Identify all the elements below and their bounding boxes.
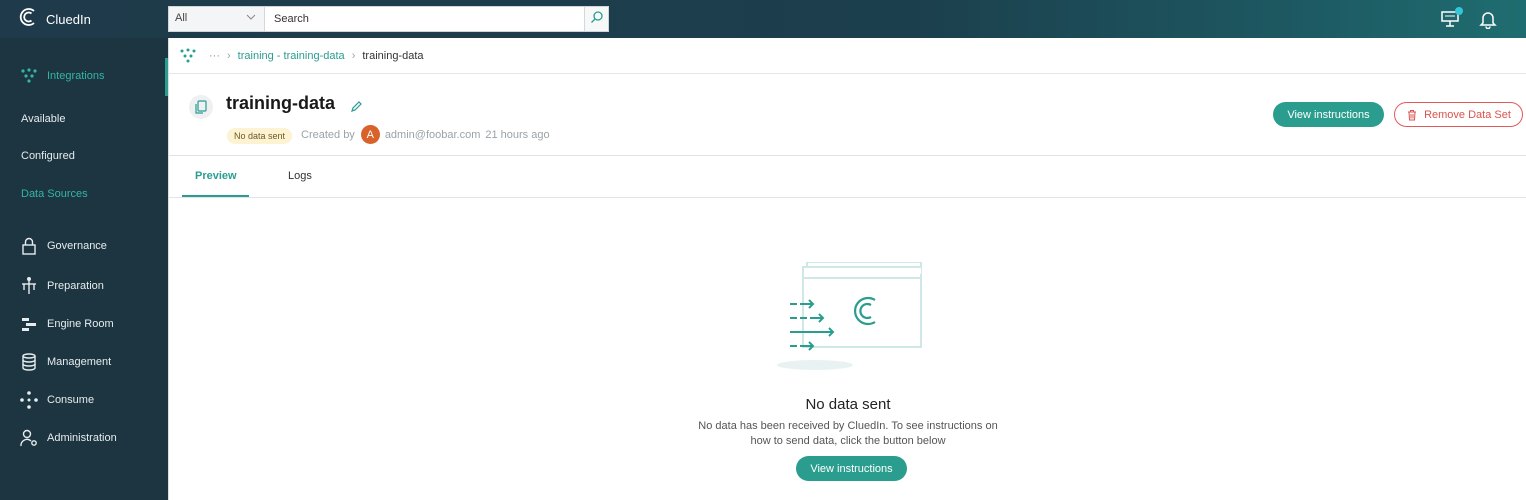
sidebar-subitem-data-sources[interactable]: Data Sources xyxy=(21,188,88,200)
breadcrumb-parent-link[interactable]: training - training-data xyxy=(238,50,345,62)
sidebar-item-integrations[interactable]: Integrations xyxy=(0,66,104,86)
empty-view-instructions-button[interactable]: View instructions xyxy=(796,456,907,481)
breadcrumb: ··· › training - training-data › trainin… xyxy=(169,38,1526,74)
integrations-icon xyxy=(19,66,39,86)
trash-icon xyxy=(1406,109,1418,121)
consume-icon xyxy=(19,390,39,410)
bell-icon[interactable] xyxy=(1478,9,1498,34)
page-title: training-data xyxy=(226,93,336,113)
main-content: ··· › training - training-data › trainin… xyxy=(168,38,1526,500)
remove-data-set-label: Remove Data Set xyxy=(1424,108,1511,121)
empty-state-title: No data sent xyxy=(805,396,891,413)
status-badge: No data sent xyxy=(227,128,293,144)
search-scope-value: All xyxy=(175,12,188,24)
view-instructions-button[interactable]: View instructions xyxy=(1273,102,1384,127)
search-icon xyxy=(590,10,604,29)
cluedin-logo-icon xyxy=(18,7,38,32)
author-email: admin@foobar.com xyxy=(384,128,481,141)
empty-state-line-1: No data has been received by CluedIn. To… xyxy=(698,420,998,432)
sidebar-item-label: Integrations xyxy=(47,70,105,82)
empty-state-line-2: how to send data, click the button below xyxy=(750,435,946,447)
notification-dot xyxy=(1455,7,1463,15)
chevron-down-icon xyxy=(246,12,256,25)
created-meta: Created by A admin@foobar.com 21 hours a… xyxy=(301,125,550,144)
search-input[interactable] xyxy=(265,7,584,31)
preparation-icon xyxy=(19,276,39,296)
empty-state: No data sent No data has been received b… xyxy=(169,198,1526,500)
breadcrumb-current: training-data xyxy=(362,49,424,62)
database-icon xyxy=(19,352,39,372)
created-time: 21 hours ago xyxy=(485,128,550,141)
search-scope-select[interactable]: All xyxy=(169,7,265,31)
sidebar-item-engine-room[interactable]: Engine Room xyxy=(0,314,114,334)
avatar: A xyxy=(360,125,380,144)
sidebar-item-preparation[interactable]: Preparation xyxy=(0,276,104,296)
tab-logs[interactable]: Logs xyxy=(288,170,312,182)
no-data-illustration xyxy=(775,261,925,379)
dataset-header: training-data No data sent Created by A … xyxy=(169,74,1526,156)
chevron-right-icon: › xyxy=(351,49,356,62)
search-bar: All xyxy=(168,6,609,32)
sidebar: Integrations Available Configured Data S… xyxy=(0,38,168,500)
pencil-icon[interactable] xyxy=(350,100,363,118)
sidebar-item-label: Consume xyxy=(47,394,95,406)
sidebar-subitem-available[interactable]: Available xyxy=(21,113,65,125)
remove-data-set-button[interactable]: Remove Data Set xyxy=(1394,102,1523,127)
top-bar: CluedIn All xyxy=(0,0,1526,38)
sidebar-item-consume[interactable]: Consume xyxy=(0,390,94,410)
active-tab-underline xyxy=(182,195,249,197)
search-button[interactable] xyxy=(584,7,608,31)
empty-state-description: No data has been received by CluedIn. To… xyxy=(698,419,998,449)
user-settings-icon xyxy=(19,428,39,448)
tab-preview[interactable]: Preview xyxy=(195,170,237,182)
created-by-label: Created by xyxy=(301,128,355,141)
integrations-home-icon[interactable] xyxy=(178,46,198,66)
sidebar-item-governance[interactable]: Governance xyxy=(0,236,107,256)
dataset-icon xyxy=(189,95,213,119)
lock-icon xyxy=(19,236,39,256)
tab-bar: Preview Logs xyxy=(169,156,1526,198)
sidebar-item-administration[interactable]: Administration xyxy=(0,428,117,448)
chevron-right-icon: › xyxy=(227,49,231,62)
app-name: CluedIn xyxy=(46,11,91,27)
sidebar-item-management[interactable]: Management xyxy=(0,352,111,372)
breadcrumb-ellipsis[interactable]: ··· xyxy=(209,50,220,62)
sidebar-item-label: Preparation xyxy=(47,280,104,292)
sidebar-item-label: Administration xyxy=(47,432,117,444)
sidebar-subitem-configured[interactable]: Configured xyxy=(21,150,75,162)
brand[interactable]: CluedIn xyxy=(18,7,91,32)
sidebar-item-label: Engine Room xyxy=(47,318,114,330)
sidebar-item-label: Governance xyxy=(47,240,107,252)
sidebar-item-label: Management xyxy=(47,356,112,368)
engine-room-icon xyxy=(19,314,39,334)
